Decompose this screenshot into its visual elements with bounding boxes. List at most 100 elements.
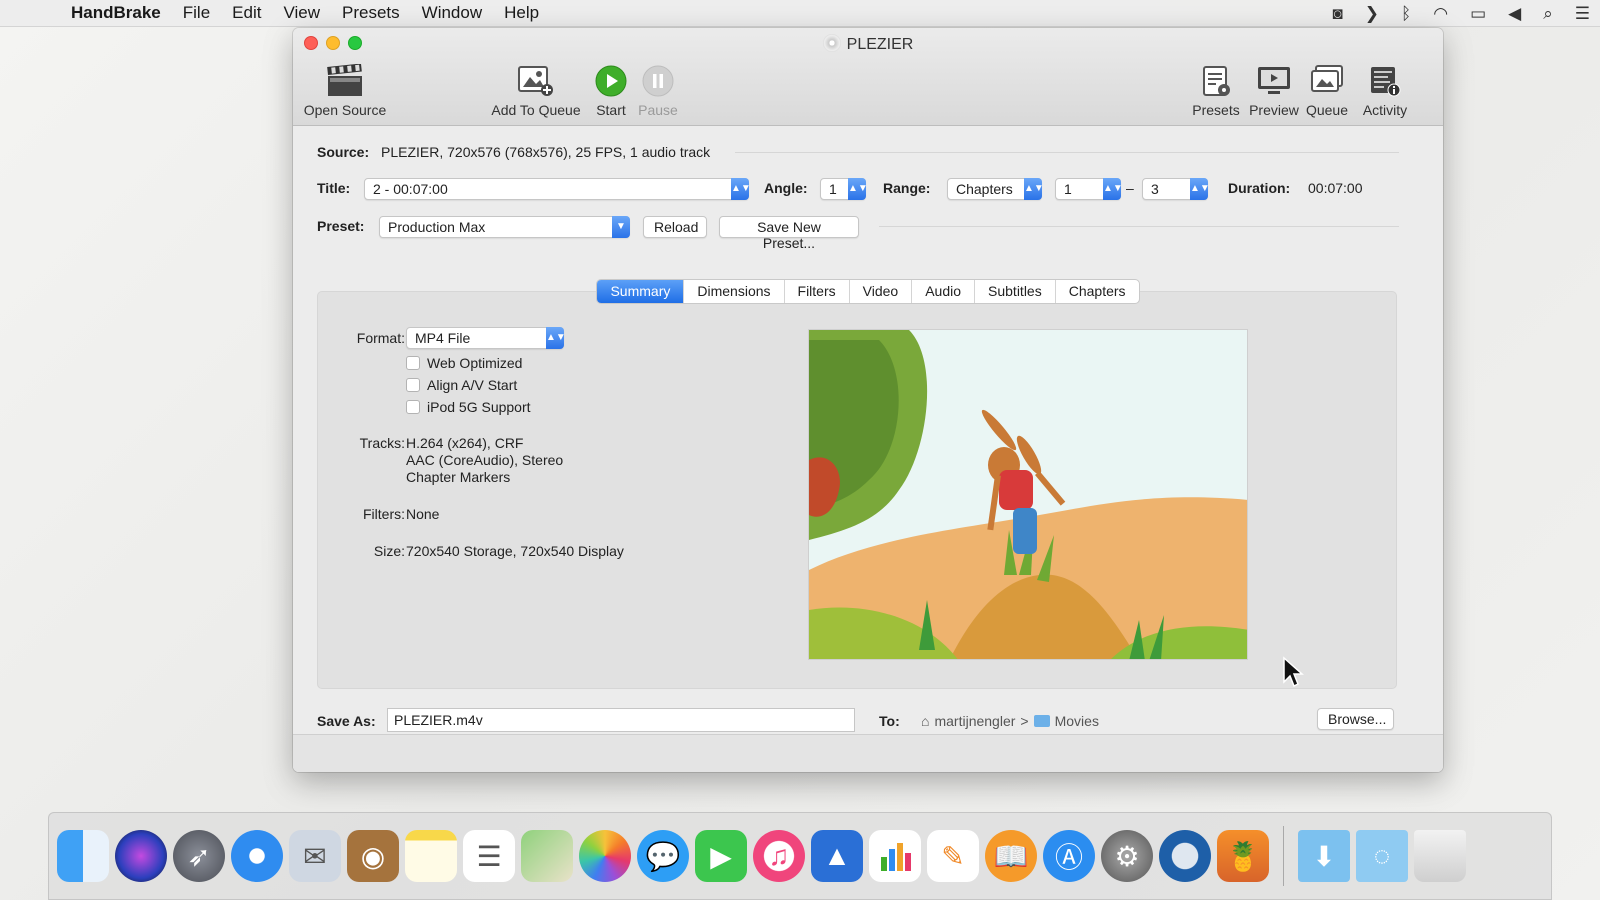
quicktime-icon[interactable] — [1159, 830, 1211, 882]
tab-chapters[interactable]: Chapters — [1054, 280, 1139, 303]
presets-icon — [1188, 60, 1244, 98]
destination-path[interactable]: ⌂ martijnengler > Movies — [921, 713, 1099, 729]
folder-icon — [1033, 715, 1050, 727]
notes-icon[interactable] — [405, 830, 457, 882]
stepper-arrows-icon: ▲▼ — [1024, 178, 1044, 200]
trash-icon[interactable] — [1414, 830, 1466, 882]
menu-window[interactable]: Window — [411, 3, 493, 23]
window-title: PLEZIER — [293, 34, 1443, 54]
stepper-arrows-icon: ▲▼ — [731, 178, 751, 200]
settings-tabs: Summary Dimensions Filters Video Audio S… — [293, 279, 1443, 304]
facetime-icon[interactable]: ▶ — [695, 830, 747, 882]
track-item: AAC (CoreAudio), Stereo — [406, 452, 564, 468]
menu-app-name[interactable]: HandBrake — [60, 3, 172, 23]
size-value: 720x540 Storage, 720x540 Display — [406, 543, 624, 559]
itunes-icon[interactable]: ♫ — [753, 830, 805, 882]
menu-edit[interactable]: Edit — [221, 3, 272, 23]
activity-log-icon — [1355, 60, 1415, 98]
filters-value: None — [406, 506, 440, 522]
documents-folder-icon[interactable]: ◌ — [1356, 830, 1408, 882]
angle-label: Angle: — [764, 180, 808, 196]
add-to-queue-icon — [488, 60, 584, 98]
checkbox-box — [406, 400, 420, 414]
handbrake-icon[interactable]: 🍍 — [1217, 830, 1269, 882]
siri-icon[interactable] — [115, 830, 167, 882]
save-as-filename-field[interactable]: PLEZIER.m4v — [387, 708, 855, 732]
reload-preset-button[interactable]: Reload — [643, 216, 707, 238]
pause-button[interactable]: Pause — [636, 60, 680, 118]
stepper-arrows-icon: ▲▼ — [848, 178, 868, 200]
dvd-disc-icon — [822, 34, 841, 52]
ibooks-icon[interactable]: 📖 — [985, 830, 1037, 882]
messages-icon[interactable]: 💬 — [637, 830, 689, 882]
track-item: H.264 (x264), CRF — [406, 435, 524, 451]
tab-summary[interactable]: Summary — [597, 280, 684, 303]
range-type-select[interactable]: Chapters ▲▼ — [947, 178, 1044, 200]
menu-help[interactable]: Help — [493, 3, 550, 23]
browse-button[interactable]: Browse... — [1317, 708, 1394, 730]
spotlight-search-icon[interactable]: ⌕ — [1543, 4, 1553, 24]
size-label: Size: — [373, 543, 405, 559]
notification-center-icon[interactable]: ☰ — [1575, 4, 1590, 24]
save-new-preset-button[interactable]: Save New Preset... — [719, 216, 859, 251]
downloads-folder-icon[interactable]: ⬇ — [1298, 830, 1350, 882]
pause-icon — [636, 60, 680, 98]
airplay-icon[interactable]: ▭ — [1470, 4, 1486, 24]
title-label: Title: — [317, 180, 351, 196]
photos-icon[interactable] — [579, 830, 631, 882]
volume-icon[interactable]: ◀ — [1508, 4, 1521, 24]
ipod-5g-support-checkbox[interactable]: iPod 5G Support — [406, 399, 531, 415]
duration-value: 00:07:00 — [1308, 180, 1363, 196]
maps-icon[interactable] — [521, 830, 573, 882]
title-select[interactable]: 2 - 00:07:00 ▲▼ — [364, 178, 751, 200]
pages-icon[interactable]: ✎ — [927, 830, 979, 882]
menu-file[interactable]: File — [172, 3, 221, 23]
app-store-icon[interactable]: Ⓐ — [1043, 830, 1095, 882]
align-av-start-checkbox[interactable]: Align A/V Start — [406, 377, 517, 393]
tab-subtitles[interactable]: Subtitles — [974, 280, 1055, 303]
format-select[interactable]: MP4 File ▲▼ — [406, 327, 566, 349]
launchpad-icon[interactable]: ➶ — [173, 830, 225, 882]
tracks-label: Tracks: — [359, 435, 405, 451]
tab-dimensions[interactable]: Dimensions — [683, 280, 783, 303]
range-start-select[interactable]: 1 ▲▼ — [1055, 178, 1123, 200]
chevron-right-icon[interactable]: ❯ — [1365, 4, 1379, 24]
open-source-button[interactable]: Open Source — [300, 60, 390, 118]
activity-button[interactable]: Activity — [1355, 60, 1415, 118]
system-preferences-icon[interactable]: ⚙ — [1101, 830, 1153, 882]
bluetooth-icon[interactable]: ᛒ — [1401, 4, 1411, 24]
tracks-list: H.264 (x264), CRF AAC (CoreAudio), Stere… — [406, 435, 563, 486]
menu-presets[interactable]: Presets — [331, 3, 411, 23]
preset-select[interactable]: Production Max ▼ — [379, 216, 630, 238]
numbers-icon[interactable] — [869, 830, 921, 882]
preview-button[interactable]: Preview — [1246, 60, 1302, 118]
tab-filters[interactable]: Filters — [783, 280, 849, 303]
contacts-icon[interactable]: ◉ — [347, 830, 399, 882]
presets-button[interactable]: Presets — [1188, 60, 1244, 118]
status-bar — [293, 734, 1443, 772]
tab-audio[interactable]: Audio — [911, 280, 974, 303]
start-button[interactable]: Start — [589, 60, 633, 118]
save-to-label: To: — [879, 713, 900, 729]
mail-icon[interactable]: ✉ — [289, 830, 341, 882]
keynote-icon[interactable]: ▲ — [811, 830, 863, 882]
web-optimized-checkbox[interactable]: Web Optimized — [406, 355, 522, 371]
chevron-down-icon: ▼ — [612, 216, 630, 238]
angle-select[interactable]: 1 ▲▼ — [820, 178, 868, 200]
screen-record-icon[interactable]: ◙ — [1333, 4, 1343, 24]
filters-label: Filters: — [363, 506, 405, 522]
queue-button[interactable]: Queue — [1301, 60, 1353, 118]
safari-icon[interactable] — [231, 830, 283, 882]
menu-view[interactable]: View — [272, 3, 331, 23]
queue-icon — [1301, 60, 1353, 98]
dock-separator — [1283, 826, 1284, 886]
wifi-icon[interactable]: ◠ — [1433, 4, 1448, 24]
title-bar: PLEZIER Open Source Add To Queue Start P — [293, 28, 1443, 126]
preset-label: Preset: — [317, 218, 365, 234]
tab-video[interactable]: Video — [848, 280, 912, 303]
range-end-select[interactable]: 3 ▲▼ — [1142, 178, 1210, 200]
add-to-queue-button[interactable]: Add To Queue — [488, 60, 584, 118]
reminders-icon[interactable]: ☰ — [463, 830, 515, 882]
source-info: PLEZIER, 720x576 (768x576), 25 FPS, 1 au… — [381, 144, 711, 160]
finder-icon[interactable] — [57, 830, 109, 882]
